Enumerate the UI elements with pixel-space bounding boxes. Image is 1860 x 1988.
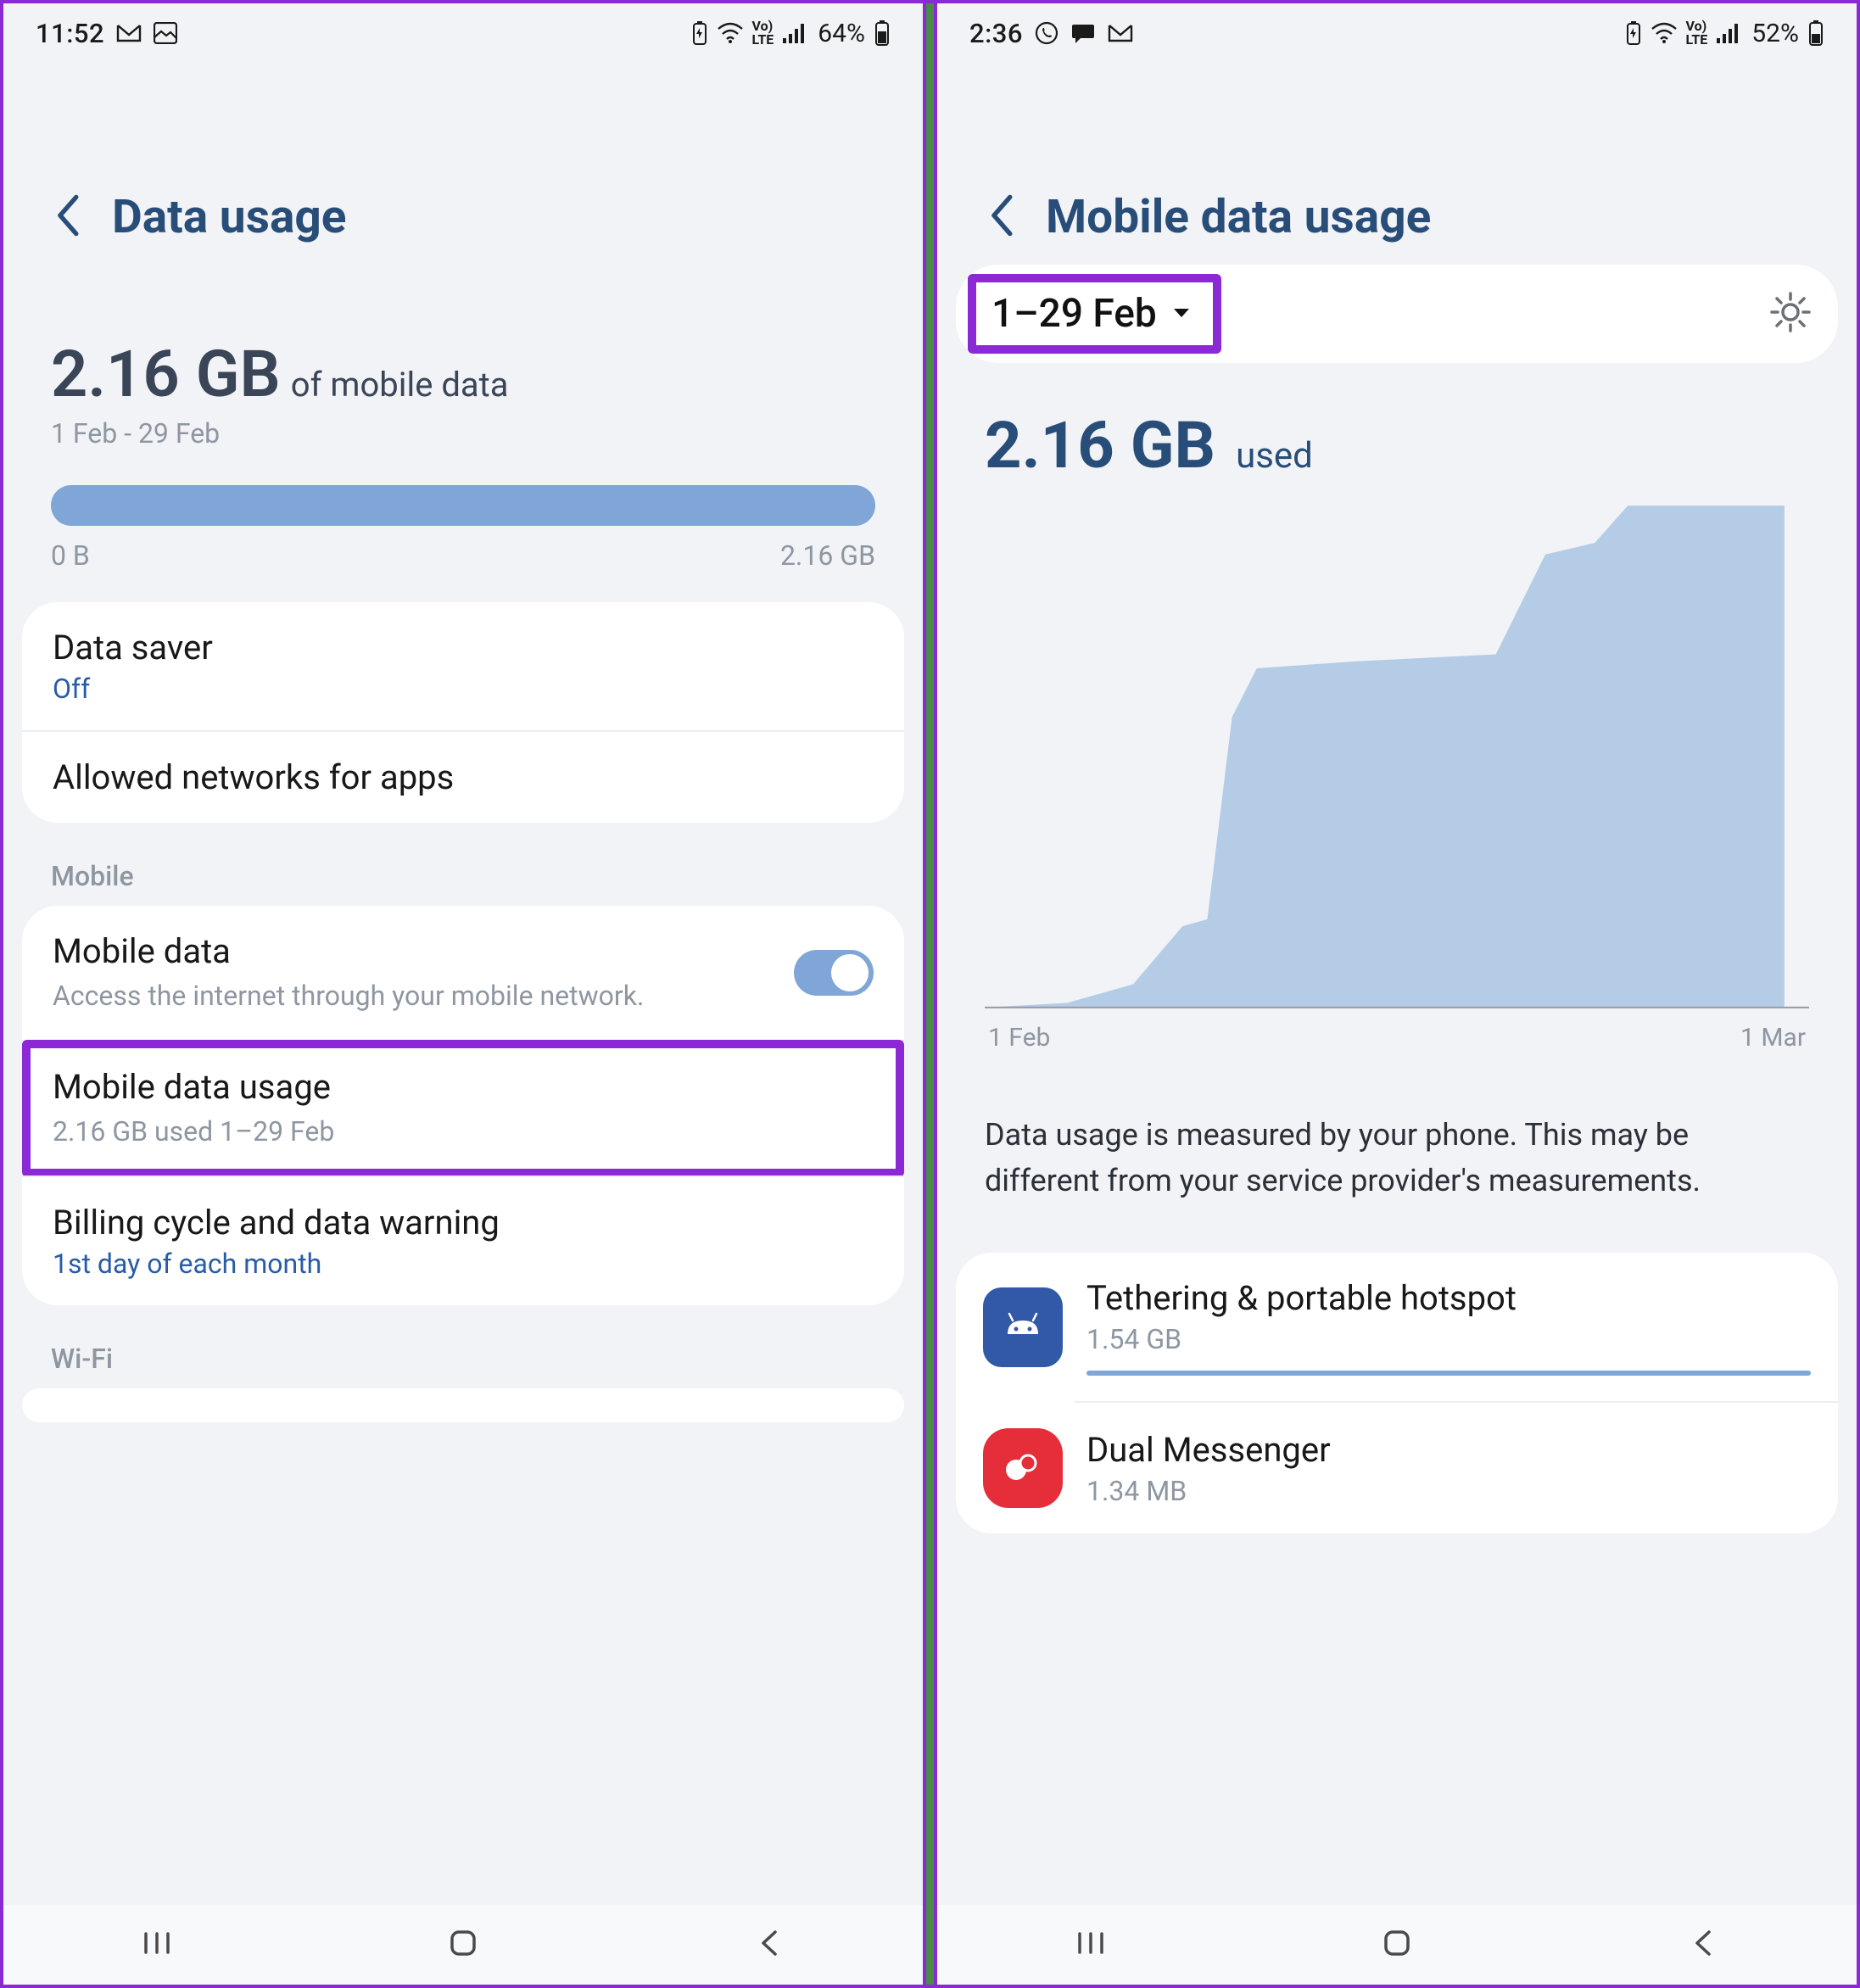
usage-progress [51, 485, 875, 526]
nav-back-button[interactable] [750, 1924, 789, 1966]
phone-data-usage: 11:52 Vo)LTE 64% Data usage 2.16 GB of m… [3, 3, 923, 1985]
card-mobile: Mobile data Access the internet through … [22, 906, 904, 1305]
usage-suffix: used [1236, 435, 1313, 477]
dropdown-icon [1172, 306, 1191, 322]
home-button[interactable] [1377, 1924, 1416, 1966]
app-row-dual-messenger[interactable]: Dual Messenger 1.34 MB [956, 1403, 1838, 1533]
date-range: 1 Feb - 29 Feb [51, 417, 875, 450]
status-bar: 11:52 Vo)LTE 64% [3, 3, 923, 63]
mobile-data-title: Mobile data [53, 931, 777, 971]
android-navbar [937, 1905, 1857, 1985]
section-mobile-label: Mobile [3, 823, 923, 896]
usage-chart: 1 Feb 1 Mar [937, 492, 1857, 1053]
nav-back-button[interactable] [1684, 1924, 1723, 1966]
back-button[interactable] [51, 193, 83, 242]
home-button[interactable] [444, 1924, 483, 1966]
app-row-tethering[interactable]: Tethering & portable hotspot 1.54 GB [956, 1253, 1838, 1401]
per-app-usage: Tethering & portable hotspot 1.54 GB Dua… [956, 1253, 1838, 1533]
battery-percent: 52% [1751, 19, 1799, 48]
wifi-icon [1651, 22, 1678, 44]
android-navbar [3, 1905, 923, 1985]
page-header: Mobile data usage [937, 63, 1857, 260]
mobile-data-toggle[interactable] [794, 950, 874, 996]
card-wifi [22, 1388, 904, 1422]
status-time: 2:36 [969, 18, 1023, 49]
usage-summary: 2.16 GB used [937, 363, 1857, 492]
recents-button[interactable] [137, 1924, 176, 1966]
row-billing-cycle[interactable]: Billing cycle and data warning 1st day o… [22, 1175, 904, 1305]
status-time: 11:52 [36, 18, 104, 49]
billing-title: Billing cycle and data warning [53, 1203, 874, 1242]
data-suffix: of mobile data [291, 365, 509, 405]
chart-axis-start: 1 Feb [988, 1023, 1050, 1053]
card-general: Data saver Off Allowed networks for apps [22, 602, 904, 823]
allowed-networks-title: Allowed networks for apps [53, 757, 874, 797]
progress-max: 2.16 GB [780, 539, 875, 572]
status-bar: 2:36 Vo)LTE 52% [937, 3, 1857, 63]
chart-axis-end: 1 Mar [1740, 1023, 1806, 1053]
gmail-icon [1108, 23, 1133, 43]
date-range-bar: 1–29 Feb [956, 265, 1838, 363]
battery-icon [1807, 20, 1824, 47]
gmail-icon [116, 23, 142, 43]
app-usage-bar [1086, 1371, 1811, 1376]
app-name: Tethering & portable hotspot [1086, 1278, 1811, 1318]
photos-icon [154, 22, 177, 44]
battery-icon [874, 20, 891, 47]
phone-mobile-data-usage: 2:36 Vo)LTE 52% Mobile data usage 1–29 F… [937, 3, 1857, 1985]
mobile-usage-title: Mobile data usage [53, 1067, 874, 1107]
data-saver-value: Off [53, 673, 874, 705]
android-icon [983, 1287, 1063, 1367]
mobile-usage-sub: 2.16 GB used 1–29 Feb [53, 1114, 874, 1150]
volte-icon: Vo)LTE [1686, 20, 1708, 47]
battery-saver-icon [691, 20, 708, 46]
page-header: Data usage [3, 63, 923, 270]
row-mobile-data-usage[interactable]: Mobile data usage 2.16 GB used 1–29 Feb [22, 1040, 904, 1177]
section-wifi-label: Wi-Fi [3, 1305, 923, 1378]
volte-icon: Vo)LTE [752, 20, 774, 47]
screenshot-divider [923, 3, 937, 1985]
date-range-dropdown[interactable]: 1–29 Feb [968, 274, 1221, 354]
row-data-saver[interactable]: Data saver Off [22, 602, 904, 730]
settings-button[interactable] [1768, 290, 1813, 338]
back-button[interactable] [985, 193, 1017, 242]
signal-icon [1716, 23, 1740, 43]
whatsapp-icon [1035, 21, 1058, 45]
row-mobile-data[interactable]: Mobile data Access the internet through … [22, 906, 904, 1040]
battery-saver-icon [1625, 20, 1642, 46]
dual-messenger-icon [983, 1428, 1063, 1508]
messages-icon [1070, 21, 1096, 45]
app-amount: 1.54 GB [1086, 1323, 1811, 1355]
app-name: Dual Messenger [1086, 1430, 1811, 1470]
recents-button[interactable] [1071, 1924, 1110, 1966]
signal-icon [782, 23, 806, 43]
usage-disclaimer: Data usage is measured by your phone. Th… [937, 1053, 1857, 1203]
wifi-icon [717, 22, 744, 44]
data-saver-title: Data saver [53, 628, 874, 667]
usage-amount: 2.16 GB [985, 407, 1215, 483]
progress-min: 0 B [51, 539, 90, 572]
data-amount: 2.16 GB [51, 336, 281, 412]
billing-sub: 1st day of each month [53, 1248, 874, 1280]
app-amount: 1.34 MB [1086, 1475, 1811, 1507]
page-title: Data usage [112, 190, 347, 244]
page-title: Mobile data usage [1046, 190, 1431, 244]
date-range-label: 1–29 Feb [991, 291, 1157, 337]
mobile-data-sub: Access the internet through your mobile … [53, 978, 777, 1014]
data-summary: 2.16 GB of mobile data 1 Feb - 29 Feb 0 … [3, 270, 923, 572]
row-allowed-networks[interactable]: Allowed networks for apps [22, 730, 904, 823]
battery-percent: 64% [818, 19, 865, 48]
